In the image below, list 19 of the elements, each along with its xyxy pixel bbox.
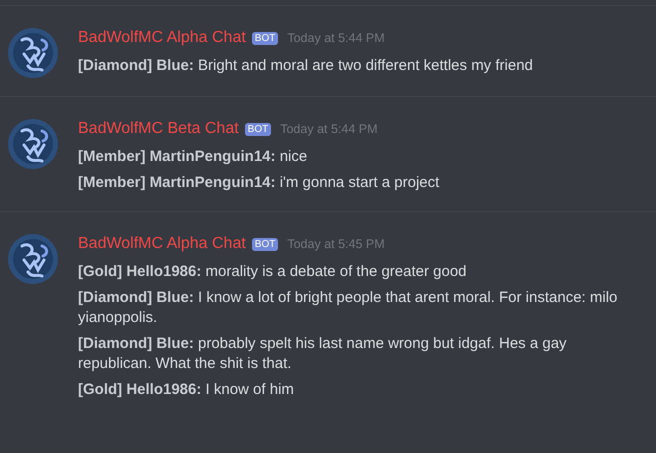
- avatar-icon[interactable]: [8, 234, 58, 284]
- bot-tag: BOT: [252, 238, 278, 250]
- timestamp: Today at 5:45 PM: [287, 237, 385, 251]
- author-name[interactable]: BadWolfMC Beta Chat: [78, 120, 239, 138]
- avatar-icon[interactable]: [8, 119, 58, 169]
- message-text: [Diamond] Blue: I know a lot of bright people that arent moral. For instance: milo yianoppolis.: [78, 288, 618, 328]
- author-name[interactable]: BadWolfMC Alpha Chat: [78, 235, 246, 253]
- message-text: [Diamond] Blue: probably spelt his last name wrong but idgaf. Hes a gay republican. What the shit is that.: [78, 334, 568, 374]
- message-text: [Gold] Hello1986: I know of him: [78, 380, 295, 400]
- message-text: [Diamond] Blue: Bright and moral are two different kettles my friend: [78, 56, 534, 76]
- avatar-icon[interactable]: [8, 28, 58, 78]
- bot-tag: BOT: [244, 122, 272, 136]
- author-name[interactable]: BadWolfMC Alpha Chat: [78, 29, 246, 47]
- timestamp: Today at 5:44 PM: [280, 122, 378, 136]
- message-text: [Gold] Hello1986: morality is a debate of the greater good: [78, 262, 468, 282]
- timestamp: Today at 5:44 PM: [287, 31, 385, 45]
- bot-tag: BOT: [252, 32, 278, 44]
- message-text: [Member] MartinPenguin14: i'm gonna start a project: [78, 173, 440, 193]
- message-text: [Member] MartinPenguin14: nice: [78, 147, 308, 167]
